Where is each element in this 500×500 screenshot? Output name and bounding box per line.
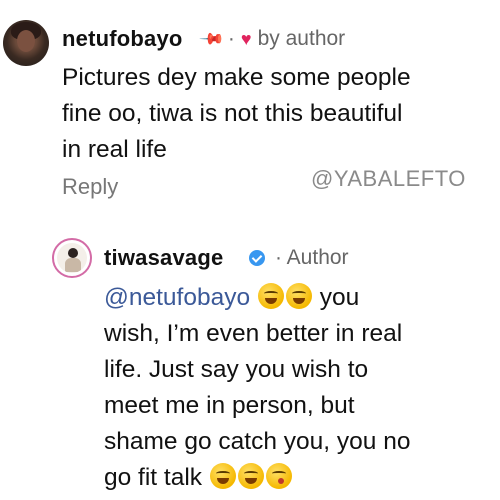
comment-meta: 📌 · ♥ by author bbox=[199, 26, 346, 52]
reply-line-1: @netufobayo you bbox=[104, 280, 410, 316]
avatar-figure-body bbox=[65, 258, 81, 272]
reply-line: go fit talk bbox=[104, 464, 203, 491]
reply-line: life. Just say you wish to bbox=[104, 356, 369, 383]
watermark: @YABALEFTO bbox=[311, 166, 466, 191]
tongue-emoji-icon bbox=[209, 463, 236, 489]
author-role: · Author bbox=[275, 246, 349, 269]
rofl-emoji-icon bbox=[285, 283, 312, 309]
avatar-figure-head bbox=[68, 248, 78, 258]
comment-line: in real life bbox=[62, 136, 167, 163]
comment-line: fine oo, tiwa is not this beautiful bbox=[62, 100, 403, 127]
comment-line: Pictures dey make some people bbox=[62, 64, 411, 91]
comment-text: Pictures dey make some people fine oo, t… bbox=[62, 60, 411, 168]
reply-line: wish, I’m even better in real bbox=[104, 320, 403, 347]
rofl-emoji-icon bbox=[237, 463, 264, 489]
commenter-username[interactable]: netufobayo bbox=[62, 26, 183, 52]
reply-last-line: go fit talk bbox=[104, 460, 410, 496]
reply-text: @netufobayo you wish, I’m even better in… bbox=[104, 280, 410, 496]
reply-line-tail: you bbox=[319, 284, 360, 311]
reply-line: shame go catch you, you no bbox=[104, 428, 411, 455]
liked-by-author: by author bbox=[257, 27, 346, 50]
pin-icon: 📌 bbox=[198, 26, 225, 53]
author-meta: · Author bbox=[245, 246, 349, 270]
kiss-emoji-icon bbox=[265, 463, 292, 489]
avatar-face bbox=[17, 30, 35, 52]
author-username[interactable]: tiwasavage bbox=[104, 245, 223, 271]
heart-icon: ♥ bbox=[240, 28, 252, 49]
verified-badge-icon bbox=[249, 250, 265, 266]
mention-link[interactable]: @netufobayo bbox=[104, 284, 250, 311]
reply-button[interactable]: Reply bbox=[62, 174, 118, 200]
meta-dot: · bbox=[227, 27, 235, 50]
author-avatar[interactable] bbox=[52, 238, 92, 278]
reply-line: meet me in person, but bbox=[104, 392, 355, 419]
rofl-emoji-icon bbox=[257, 283, 284, 309]
commenter-avatar[interactable] bbox=[3, 20, 49, 66]
avatar-inner bbox=[57, 243, 87, 273]
